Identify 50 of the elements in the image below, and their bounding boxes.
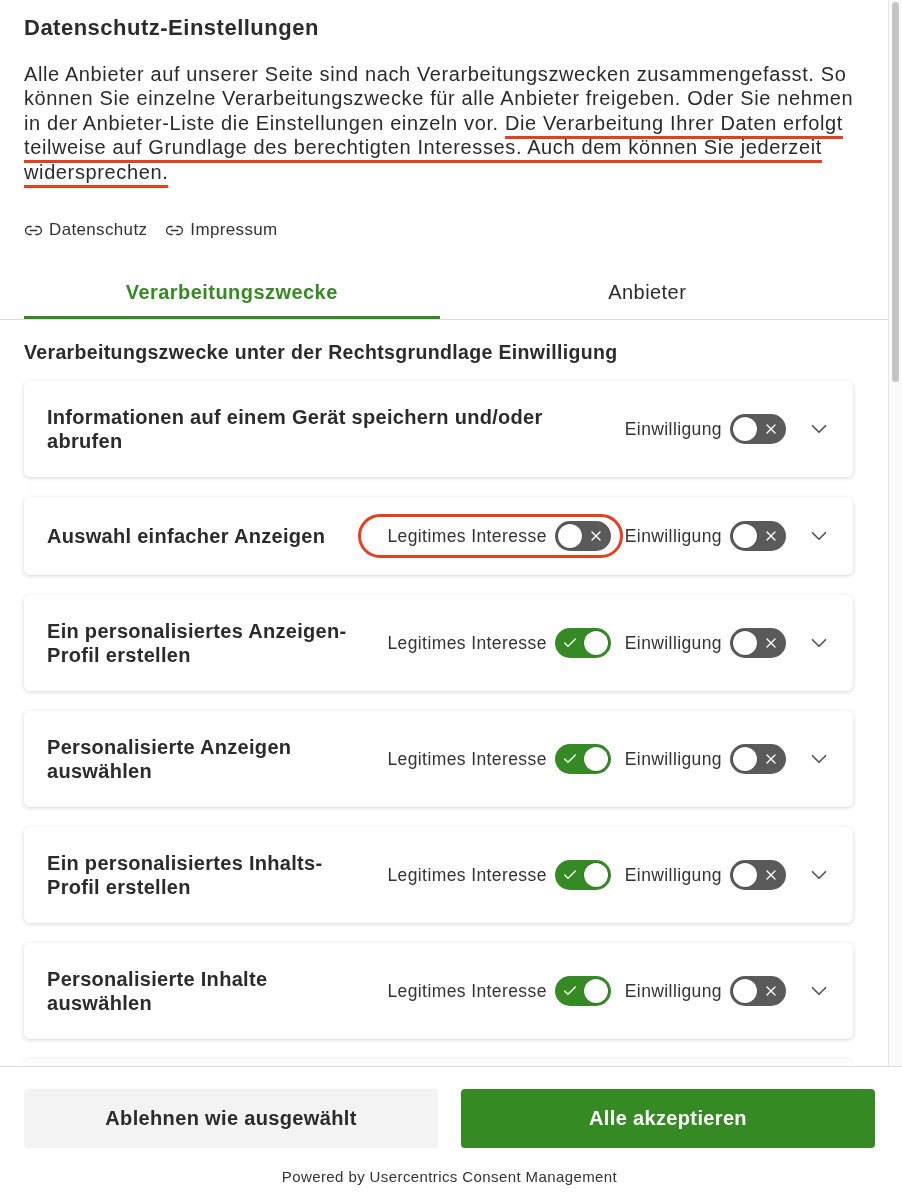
reject-button[interactable]: Ablehnen wie ausgewählt: [24, 1089, 438, 1148]
toggle-label: Einwilligung: [624, 748, 722, 770]
toggle-switch[interactable]: [730, 744, 786, 775]
text-link[interactable]: Datenschutz: [24, 220, 148, 241]
purpose-title: Auswahl einfacher Anzeigen: [47, 524, 327, 549]
toggle-knob: [583, 747, 608, 772]
purpose-title: Personalisierte Inhalte auswählen: [47, 967, 269, 1016]
purpose-title: Ein personalisiertes Inhalts-Profil erstellen: [47, 851, 324, 900]
toggle-knob: [583, 979, 608, 1004]
toggle-label: Einwilligung: [624, 632, 722, 654]
toggle-switch[interactable]: [554, 860, 611, 891]
scrollbar-thumb[interactable]: [892, 2, 899, 382]
accept-all-button[interactable]: Alle akzeptieren: [461, 1089, 875, 1148]
toggle-switch[interactable]: [730, 628, 786, 659]
toggle-switch[interactable]: [554, 628, 611, 659]
toggle-knob: [583, 863, 608, 888]
toggle-knob: [557, 524, 582, 549]
toggle-knob: [733, 979, 757, 1004]
toggle-switch[interactable]: [554, 976, 611, 1007]
toggle-label: Einwilligung: [624, 864, 722, 886]
toggle-switch[interactable]: [554, 744, 611, 775]
purpose-title: Personalisierte Anzeigen auswählen: [47, 735, 293, 784]
toggle-label: Legitimes Interesse: [387, 525, 547, 547]
dialog-title: Datenschutz-Einstellungen: [24, 14, 320, 42]
tab[interactable]: Anbieter: [439, 268, 855, 320]
toggle-knob: [583, 631, 608, 656]
toggle-switch[interactable]: [554, 521, 611, 552]
toggle-label: Einwilligung: [624, 980, 722, 1002]
purpose-title: Informationen auf einem Gerät speichern und/oder abrufen: [47, 405, 544, 454]
toggle-label: Legitimes Interesse: [387, 748, 547, 770]
toggle-label: Legitimes Interesse: [387, 632, 547, 654]
section-heading: Verarbeitungszwecke unter der Rechtsgrundlage Einwilligung: [24, 340, 619, 365]
powered-by-text: Powered by Usercentrics Consent Management: [281, 1168, 618, 1186]
toggle-knob: [733, 747, 757, 772]
toggle-label: Legitimes Interesse: [387, 980, 547, 1002]
toggle-switch[interactable]: [730, 976, 786, 1007]
toggle-label: Einwilligung: [624, 525, 722, 547]
text-link[interactable]: Impressum: [165, 220, 278, 241]
toggle-switch[interactable]: [730, 414, 786, 445]
toggle-knob: [733, 863, 757, 888]
toggle-knob: [733, 417, 757, 442]
toggle-knob: [733, 524, 757, 549]
toggle-switch[interactable]: [730, 860, 786, 891]
purpose-title: Ein personalisiertes Anzeigen-Profil erstellen: [47, 619, 348, 668]
tab[interactable]: Verarbeitungszwecke: [24, 268, 440, 320]
description-text: Alle Anbieter auf unserer Seite sind nach Verarbeitungszwecken zusammengefasst. So können Sie einzelne Verarbeitungszwecke für alle Anbieter freigeben. Oder Sie nehmen in der Anbieter-Liste die Einstellungen einzeln vor. Die Verarbeitung Ihrer Daten erfolgt teilweise auf Grundlage des berechtigten Interesses. Auch dem können Sie jederzeit widersprechen.: [24, 62, 855, 185]
toggle-switch[interactable]: [730, 521, 786, 552]
toggle-knob: [733, 631, 757, 656]
toggle-label: Einwilligung: [624, 418, 722, 440]
toggle-label: Legitimes Interesse: [387, 864, 547, 886]
